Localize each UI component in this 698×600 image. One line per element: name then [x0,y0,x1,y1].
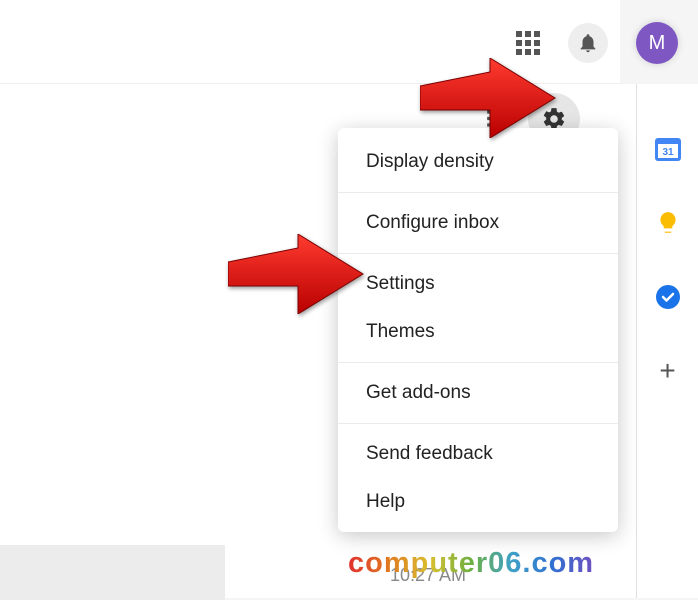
watermark-text: computer06.com [348,547,594,580]
add-addon-button[interactable]: + [653,356,683,386]
menu-separator [338,423,618,424]
avatar-initial: M [649,32,666,55]
svg-text:31: 31 [662,147,674,158]
annotation-arrow-settings [228,234,368,314]
menu-item-get-addons[interactable]: Get add-ons [338,369,618,417]
menu-item-configure-inbox[interactable]: Configure inbox [338,199,618,247]
account-avatar[interactable]: M [636,22,678,64]
notifications-icon[interactable] [568,23,608,63]
apps-icon[interactable] [516,31,540,55]
menu-item-themes[interactable]: Themes [338,308,618,356]
side-panel: 31 + [636,84,698,598]
menu-separator [338,253,618,254]
settings-dropdown-menu: Display density Configure inbox Settings… [338,128,618,532]
menu-separator [338,192,618,193]
selected-row-fragment [0,545,225,600]
menu-item-send-feedback[interactable]: Send feedback [338,430,618,478]
bell-icon [577,32,599,54]
calendar-app-icon[interactable]: 31 [653,134,683,164]
annotation-arrow-gear [420,58,560,138]
tasks-app-icon[interactable] [653,282,683,312]
menu-item-settings[interactable]: Settings [338,260,618,308]
keep-app-icon[interactable] [653,208,683,238]
menu-separator [338,362,618,363]
menu-item-display-density[interactable]: Display density [338,138,618,186]
plus-icon: + [659,355,675,387]
menu-item-help[interactable]: Help [338,478,618,526]
